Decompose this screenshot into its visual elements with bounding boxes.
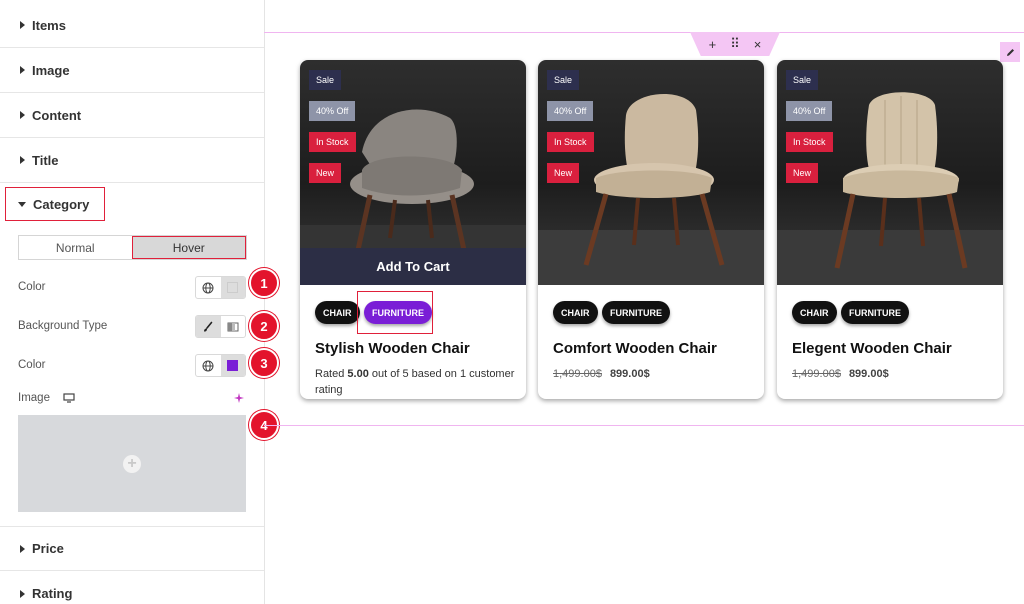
caret-right-icon — [20, 544, 25, 553]
caret-right-icon — [20, 589, 25, 598]
caret-right-icon — [20, 156, 25, 164]
settings-panel: Items Image Content Title Category Norma… — [0, 0, 279, 604]
old-price: 1,499.00$ — [553, 368, 602, 380]
edit-widget-button[interactable] — [1000, 42, 1020, 62]
add-image-icon: + — [123, 454, 141, 473]
product-image[interactable]: Sale 40% Off In Stock New — [777, 60, 1003, 285]
stock-badge: In Stock — [547, 132, 594, 152]
color-label: Color — [18, 281, 46, 293]
current-price: 899.00$ — [609, 368, 650, 380]
product-title[interactable]: Stylish Wooden Chair — [315, 340, 470, 357]
add-icon[interactable]: + — [709, 37, 717, 52]
product-image[interactable]: Sale 40% Off In Stock New Add To Cart — [300, 60, 526, 285]
section-category[interactable]: Category — [5, 187, 105, 221]
rating-prefix: Rated — [315, 368, 348, 380]
background-color-control — [195, 354, 246, 377]
section-rating[interactable]: Rating — [0, 571, 264, 604]
section-title[interactable]: Title — [0, 138, 264, 183]
section-rating-label: Rating — [32, 586, 73, 601]
bg-gradient-button[interactable] — [221, 316, 246, 337]
section-title-label: Title — [32, 152, 59, 168]
discount-badge: 40% Off — [309, 101, 356, 121]
section-content-label: Content — [32, 107, 82, 123]
drag-icon[interactable]: ⠿ — [730, 36, 740, 52]
color-swatch-white — [227, 282, 239, 293]
discount-badge: 40% Off — [547, 101, 594, 121]
caret-down-icon — [18, 201, 26, 207]
add-to-cart-button[interactable]: Add To Cart — [300, 248, 526, 285]
pencil-icon — [1006, 48, 1014, 56]
sale-badge: Sale — [547, 70, 580, 90]
color-picker-button-2[interactable] — [220, 355, 245, 376]
brush-icon — [204, 321, 213, 332]
section-items-label: Items — [32, 17, 66, 33]
section-image[interactable]: Image — [0, 48, 264, 93]
stock-badge: In Stock — [309, 132, 356, 152]
tab-normal[interactable]: Normal — [19, 236, 132, 259]
price-row: 1,499.00$ 899.00$ — [792, 368, 889, 380]
section-content[interactable]: Content — [0, 93, 264, 138]
image-label: Image — [18, 392, 50, 404]
current-price: 899.00$ — [848, 368, 889, 380]
product-title[interactable]: Elegent Wooden Chair — [792, 340, 952, 357]
product-card-1[interactable]: Sale 40% Off In Stock New Add To Cart CH… — [300, 60, 526, 399]
globe-icon — [202, 282, 214, 293]
caret-right-icon — [20, 21, 25, 29]
rating-text: Rated 5.00 out of 5 based on 1 customer … — [315, 366, 515, 398]
new-badge: New — [309, 163, 342, 183]
color-picker-button[interactable] — [220, 277, 245, 298]
new-badge: New — [786, 163, 819, 183]
product-image[interactable]: Sale 40% Off In Stock New — [538, 60, 764, 285]
section-category-label: Category — [33, 196, 90, 212]
background-color-label: Color — [18, 359, 46, 371]
bg-classic-button[interactable] — [196, 316, 221, 337]
sale-badge: Sale — [309, 70, 342, 90]
category-chip-chair[interactable]: CHAIR — [315, 301, 360, 324]
desktop-icon[interactable] — [63, 393, 75, 403]
state-toggle: Normal Hover — [18, 235, 247, 260]
new-badge: New — [547, 163, 580, 183]
section-handle: + ⠿ × — [690, 32, 780, 56]
section-price-label: Price — [32, 541, 64, 556]
color-swatch-purple — [227, 360, 239, 371]
stock-badge: In Stock — [786, 132, 833, 152]
discount-badge: 40% Off — [786, 101, 833, 121]
hover-highlight-box — [357, 291, 433, 334]
category-chip-furniture[interactable]: FURNITURE — [602, 301, 670, 324]
ai-sparkle-icon[interactable] — [233, 392, 245, 404]
global-colors-button-2[interactable] — [196, 355, 221, 376]
sale-badge: Sale — [786, 70, 819, 90]
background-type-label: Background Type — [18, 320, 108, 332]
old-price: 1,499.00$ — [792, 368, 841, 380]
section-price[interactable]: Price — [0, 526, 264, 571]
category-chip-furniture[interactable]: FURNITURE — [841, 301, 909, 324]
close-icon[interactable]: × — [754, 37, 762, 52]
rating-value: 5.00 — [347, 368, 369, 380]
category-chip-chair[interactable]: CHAIR — [553, 301, 598, 324]
product-card-3[interactable]: Sale 40% Off In Stock New CHAIR FURNITUR… — [777, 60, 1003, 399]
image-upload-area[interactable]: + — [18, 415, 246, 512]
product-title[interactable]: Comfort Wooden Chair — [553, 340, 717, 357]
color-control — [195, 276, 246, 299]
background-type-control — [195, 315, 246, 338]
product-card-2[interactable]: Sale 40% Off In Stock New CHAIR FURNITUR… — [538, 60, 764, 399]
gradient-icon — [227, 322, 239, 331]
globe-icon — [202, 360, 214, 371]
global-colors-button[interactable] — [196, 277, 221, 298]
category-chip-chair[interactable]: CHAIR — [792, 301, 837, 324]
section-image-label: Image — [32, 62, 70, 78]
section-items[interactable]: Items — [0, 3, 264, 48]
price-row: 1,499.00$ 899.00$ — [553, 368, 650, 380]
tab-hover[interactable]: Hover — [131, 236, 246, 259]
caret-right-icon — [20, 111, 25, 119]
caret-right-icon — [20, 66, 25, 74]
